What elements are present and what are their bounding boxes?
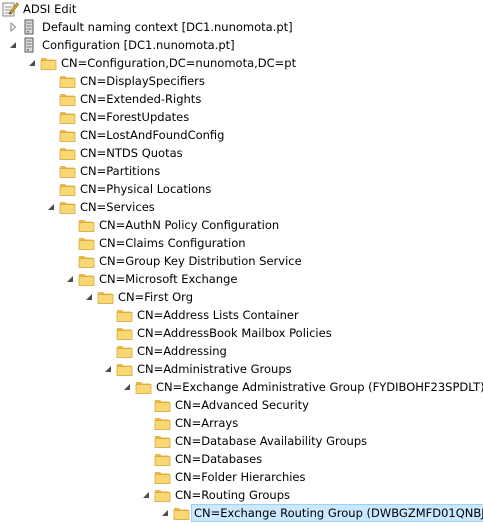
folder-icon — [154, 487, 171, 503]
tree-node-label: CN=LostAndFoundConfig — [80, 128, 225, 142]
folder-icon — [116, 325, 133, 341]
tree-node-label: Default naming context [DC1.nunomota.pt] — [42, 20, 293, 34]
tree-node-label: CN=Partitions — [80, 164, 161, 178]
tree-node-label: CN=DisplaySpecifiers — [80, 74, 205, 88]
collapsed-arrow-icon[interactable] — [8, 18, 18, 36]
expanded-arrow-icon[interactable] — [46, 198, 56, 216]
tree-node-label: CN=Physical Locations — [80, 182, 212, 196]
tree-node-label: CN=Microsoft Exchange — [99, 272, 238, 286]
folder-icon — [59, 163, 76, 179]
folder-icon — [78, 217, 95, 233]
tree-node-label: CN=Administrative Groups — [137, 362, 292, 376]
folder-icon — [59, 109, 76, 125]
folder-icon — [40, 55, 57, 71]
tree-node-label: CN=ForestUpdates — [80, 110, 190, 124]
folder-icon — [97, 289, 114, 305]
tree-node-label: CN=Addressing — [137, 344, 227, 358]
tree-node-label: CN=Extended-Rights — [80, 92, 202, 106]
folder-icon — [59, 127, 76, 143]
tree-node-label: CN=Database Availability Groups — [175, 434, 368, 448]
tree-node-label: CN=AuthN Policy Configuration — [99, 218, 280, 232]
folder-icon — [154, 451, 171, 467]
tree-node-label: CN=Advanced Security — [175, 398, 309, 412]
folder-icon — [154, 415, 171, 431]
tree-node-label: CN=Databases — [175, 452, 263, 466]
adsi-tree-view: ADSI Edit Default naming context [DC1.nu… — [0, 0, 483, 526]
tree-node-label: CN=AddressBook Mailbox Policies — [137, 326, 332, 340]
expanded-arrow-icon[interactable] — [103, 360, 113, 378]
tree-node-label: CN=Exchange Administrative Group (FYDIBO… — [156, 380, 483, 394]
tree-node-label: CN=Group Key Distribution Service — [99, 254, 302, 268]
expanded-arrow-icon[interactable] — [84, 288, 94, 306]
folder-icon — [78, 235, 95, 251]
folder-icon — [116, 343, 133, 359]
tree-node-label: Configuration [DC1.nunomota.pt] — [42, 38, 235, 52]
folder-icon — [173, 505, 190, 521]
expanded-arrow-icon[interactable] — [122, 378, 132, 396]
folder-icon — [59, 91, 76, 107]
expanded-arrow-icon[interactable] — [27, 54, 37, 72]
tree-node-label: CN=First Org — [118, 290, 194, 304]
expanded-arrow-icon[interactable] — [141, 486, 151, 504]
folder-icon — [154, 469, 171, 485]
folder-icon — [78, 253, 95, 269]
server-icon — [21, 19, 38, 35]
folder-icon — [154, 433, 171, 449]
tree-node-label: CN=Routing Groups — [175, 488, 291, 502]
folder-icon — [59, 73, 76, 89]
server-icon — [21, 37, 38, 53]
folder-icon — [59, 145, 76, 161]
expanded-arrow-icon[interactable] — [8, 36, 18, 54]
folder-icon — [78, 271, 95, 287]
tree-root-label: ADSI Edit — [23, 2, 77, 16]
tree-node-label: CN=Address Lists Container — [137, 308, 299, 322]
folder-icon — [135, 379, 152, 395]
expanded-arrow-icon[interactable] — [160, 504, 170, 522]
tree-node-label: CN=NTDS Quotas — [80, 146, 183, 160]
tree-node-label: CN=Claims Configuration — [99, 236, 246, 250]
tree-node-label: CN=Folder Hierarchies — [175, 470, 306, 484]
adsi-edit-icon — [2, 1, 19, 17]
expanded-arrow-icon[interactable] — [65, 270, 75, 288]
folder-icon — [116, 361, 133, 377]
folder-icon — [59, 199, 76, 215]
tree-node-label: CN=Exchange Routing Group (DWBGZMFD01QNB… — [190, 504, 483, 522]
folder-icon — [154, 397, 171, 413]
folder-icon — [59, 181, 76, 197]
tree-node-label: CN=Configuration,DC=nunomota,DC=pt — [61, 56, 297, 70]
folder-icon — [116, 307, 133, 323]
tree-node-label: CN=Arrays — [175, 416, 239, 430]
tree-node-label: CN=Services — [80, 200, 155, 214]
